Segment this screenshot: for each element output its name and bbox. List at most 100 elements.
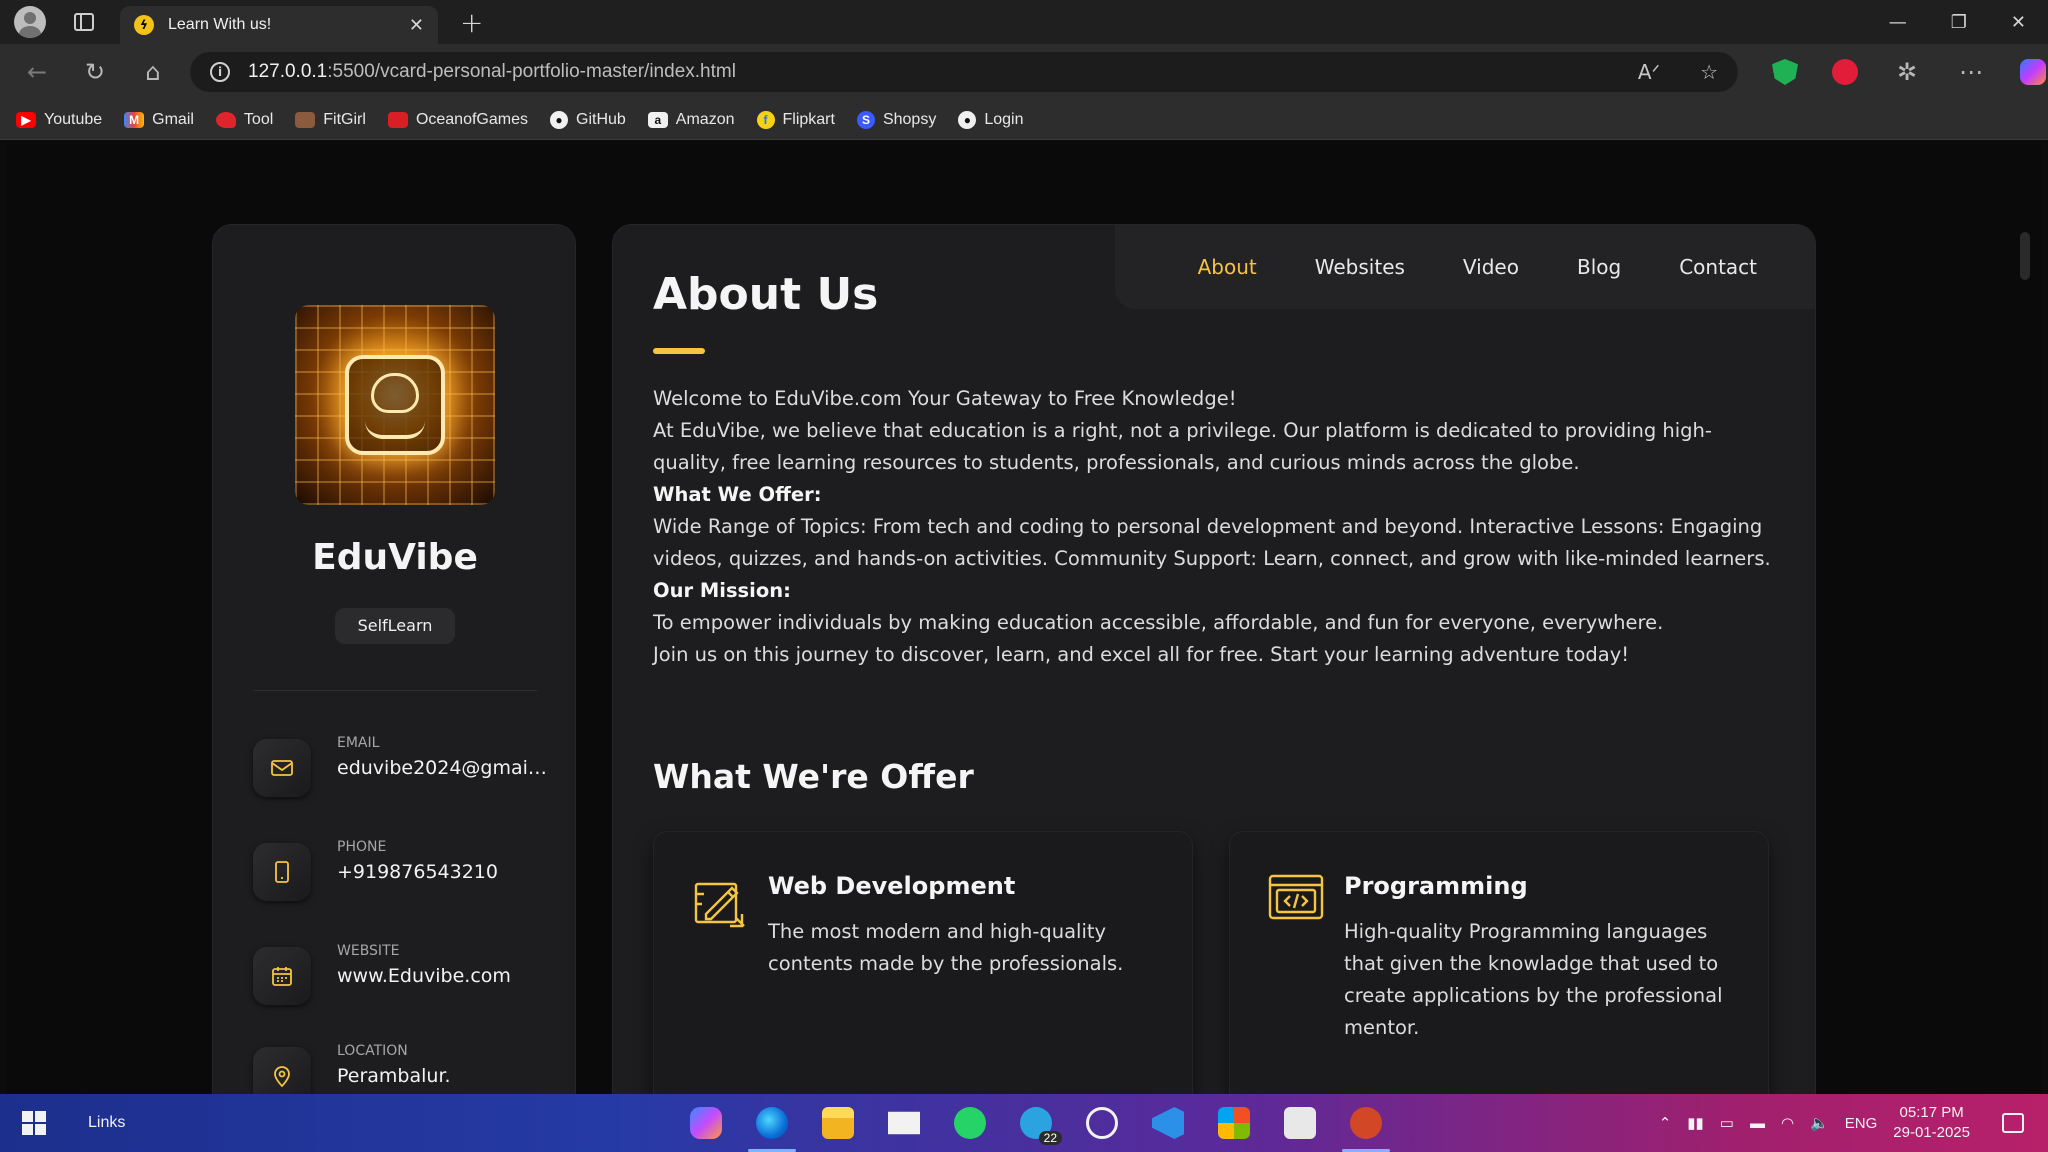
tab-actions-icon[interactable]: [74, 13, 94, 31]
battery-icon[interactable]: ▬: [1750, 1115, 1765, 1132]
home-icon[interactable]: ⌂: [138, 58, 168, 86]
edge-browser-icon[interactable]: [748, 1107, 796, 1152]
bookmark-amazon[interactable]: a Amazon: [647, 110, 735, 129]
windows-start-icon[interactable]: [22, 1111, 46, 1135]
nav-contact[interactable]: Contact: [1679, 255, 1757, 279]
contact-email: EMAIL eduvibe2024@gmail.com: [253, 735, 553, 799]
contact-label: EMAIL: [337, 735, 380, 751]
reload-icon[interactable]: ↻: [80, 58, 110, 86]
page-scrollbar[interactable]: [2020, 232, 2030, 280]
phone-link[interactable]: +919876543210: [337, 861, 547, 883]
page-title: About Us: [653, 269, 879, 320]
website-link[interactable]: www.Eduvibe.com: [337, 965, 547, 987]
bookmark-label: GitHub: [576, 110, 626, 128]
bookmark-tool[interactable]: Tool: [215, 111, 273, 129]
service-text: High-quality Programming languages that …: [1344, 920, 1723, 1039]
profile-name: EduVibe: [312, 537, 478, 578]
bookmark-label: Login: [984, 110, 1024, 128]
address-bar[interactable]: i 127.0.0.1:5500/vcard-personal-portfoli…: [190, 52, 1738, 92]
contact-label: PHONE: [337, 839, 387, 855]
back-icon[interactable]: ←: [22, 58, 52, 86]
oceanofgames-icon: [387, 111, 408, 128]
bookmark-fitgirl[interactable]: FitGirl: [295, 111, 366, 129]
site-info-icon[interactable]: i: [210, 62, 230, 82]
shield-extension-icon[interactable]: [1772, 59, 1798, 85]
service-text: The most modern and high-quality content…: [768, 920, 1124, 975]
service-card-programming: Programming High-quality Programming lan…: [1229, 831, 1769, 1094]
wifi-icon[interactable]: ◠: [1781, 1114, 1794, 1132]
contact-label: LOCATION: [337, 1043, 408, 1059]
bookmark-youtube[interactable]: ▶ Youtube: [16, 111, 102, 129]
telegram-badge: 22: [1038, 1131, 1062, 1145]
contact-location: LOCATION Perambalur.: [253, 1043, 553, 1094]
bookmark-login[interactable]: ● Login: [958, 110, 1024, 129]
close-tab-icon[interactable]: ✕: [409, 15, 424, 36]
bookmark-oceanofgames[interactable]: OceanofGames: [387, 110, 528, 129]
amazon-icon: a: [647, 111, 668, 128]
github-icon: ●: [550, 110, 568, 129]
shopsy-icon: S: [856, 110, 875, 129]
favorite-star-icon[interactable]: ☆: [1700, 60, 1718, 84]
nav-websites[interactable]: Websites: [1315, 255, 1405, 279]
browser-tab-active[interactable]: ϟ Learn With us! ✕: [120, 6, 438, 44]
language-indicator[interactable]: ENG: [1845, 1115, 1878, 1132]
nav-video[interactable]: Video: [1463, 255, 1519, 279]
sidebar-divider: [253, 690, 537, 691]
new-tab-icon[interactable]: +: [460, 6, 483, 39]
mission-text: To empower individuals by making educati…: [653, 611, 1664, 634]
bookmark-github[interactable]: ● GitHub: [550, 110, 626, 129]
profile-avatar-icon[interactable]: [14, 6, 46, 38]
bookmarks-bar: ▶ Youtube M Gmail Tool FitGirl OceanofGame…: [0, 100, 2048, 140]
read-aloud-icon[interactable]: Aᐟ: [1638, 60, 1660, 84]
tray-display-icon[interactable]: ▭: [1720, 1114, 1734, 1132]
game-app-icon[interactable]: [1284, 1107, 1316, 1139]
clock-time: 05:17 PM: [1899, 1104, 1964, 1121]
about-text: Welcome to EduVibe.com Your Gateway to F…: [653, 383, 1783, 671]
bookmark-label: Shopsy: [882, 110, 937, 128]
logo-core: [345, 355, 445, 455]
bookmark-gmail[interactable]: M Gmail: [124, 111, 194, 129]
bookmark-flipkart[interactable]: f Flipkart: [756, 110, 835, 129]
join-text: Join us on this journey to discover, lea…: [653, 643, 1630, 666]
tray-overflow-icon[interactable]: ⌃: [1659, 1114, 1672, 1132]
links-toolbar[interactable]: Links: [88, 1114, 125, 1132]
book-icon: [365, 421, 425, 439]
volume-icon[interactable]: 🔈: [1810, 1114, 1829, 1132]
mail-app-icon[interactable]: [888, 1111, 920, 1135]
notification-icon[interactable]: [2002, 1113, 2024, 1133]
red-extension-icon[interactable]: [1832, 59, 1858, 85]
taskbar-apps: 22: [690, 1094, 1390, 1152]
service-card-web-development: Web Development The most modern and high…: [653, 831, 1193, 1094]
copilot-app-icon[interactable]: [690, 1107, 722, 1139]
telegram-icon[interactable]: 22: [1020, 1107, 1062, 1145]
bookmark-label: Amazon: [675, 110, 735, 128]
offer-heading: What We Offer:: [653, 483, 822, 506]
more-menu-icon[interactable]: ⋯: [1956, 58, 1986, 86]
location-value: Perambalur.: [337, 1065, 451, 1087]
windows-taskbar: Links 22 ⌃ ▮▮ ▭ ▬ ◠ 🔈 ENG 05:17 PM 29-01…: [0, 1094, 2048, 1152]
clock[interactable]: 05:17 PM 29-01-2025: [1893, 1103, 1970, 1143]
whatsapp-icon[interactable]: [954, 1107, 986, 1139]
nav-about[interactable]: About: [1198, 255, 1257, 279]
bookmark-shopsy[interactable]: S Shopsy: [856, 110, 937, 129]
copilot-icon[interactable]: [2020, 59, 2046, 85]
minimize-icon[interactable]: —: [1889, 12, 1907, 33]
about-article: About Websites Video Blog Contact About …: [612, 224, 1816, 1094]
bookmark-label: OceanofGames: [415, 110, 528, 128]
email-link[interactable]: eduvibe2024@gmail.com: [337, 757, 547, 779]
contact-phone: PHONE +919876543210: [253, 839, 553, 903]
powerpoint-icon[interactable]: [1342, 1107, 1390, 1152]
chatgpt-icon[interactable]: [1086, 1107, 1118, 1139]
close-window-icon[interactable]: ✕: [2011, 12, 2026, 33]
file-explorer-icon[interactable]: [822, 1107, 854, 1139]
tray-stats-icon[interactable]: ▮▮: [1687, 1114, 1704, 1132]
vscode-icon[interactable]: [1152, 1107, 1184, 1139]
extensions-puzzle-icon[interactable]: ✲: [1892, 58, 1922, 86]
ms-store-icon[interactable]: [1218, 1107, 1250, 1139]
nav-blog[interactable]: Blog: [1577, 255, 1621, 279]
restore-icon[interactable]: ❐: [1951, 12, 1967, 33]
flipkart-icon: f: [756, 110, 775, 129]
contact-website: WEBSITE www.Eduvibe.com: [253, 943, 553, 1007]
offer-text: Wide Range of Topics: From tech and codi…: [653, 515, 1771, 570]
service-title: Web Development: [768, 872, 1016, 900]
